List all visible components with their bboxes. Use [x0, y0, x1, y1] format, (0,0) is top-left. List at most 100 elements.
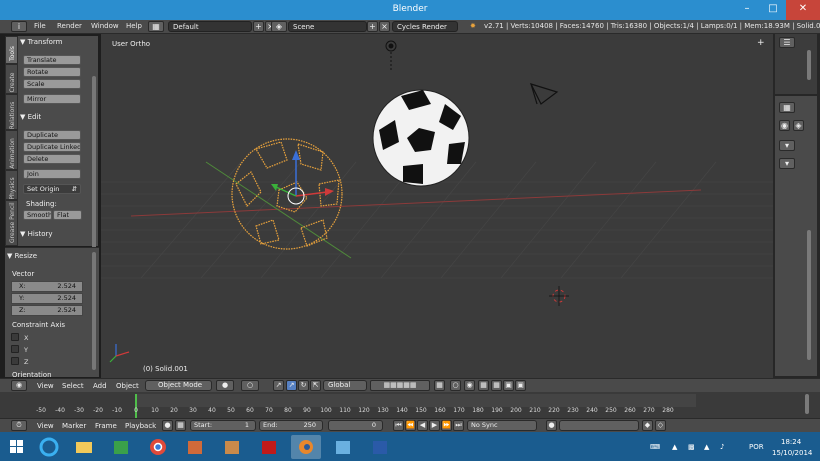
menu-window[interactable]: Window: [91, 22, 119, 30]
record-icon[interactable]: ●: [162, 420, 173, 431]
insert-keyframe-icon[interactable]: ◆: [642, 420, 653, 431]
constraint-y-checkbox[interactable]: [11, 345, 19, 353]
vector-y-field[interactable]: Y: 2.524: [11, 293, 83, 304]
menu-marker[interactable]: Marker: [62, 422, 86, 430]
snap-target-icon[interactable]: ▦: [491, 380, 502, 391]
app-icon-1[interactable]: [180, 435, 210, 459]
duplicate-button[interactable]: Duplicate: [23, 130, 81, 140]
keyboard-icon[interactable]: ⌨: [650, 443, 660, 451]
shading-select-icon[interactable]: ●: [216, 380, 234, 391]
internet-explorer-icon[interactable]: [34, 435, 64, 459]
clock-date[interactable]: 15/10/2014: [772, 449, 812, 457]
menu-select[interactable]: Select: [62, 382, 84, 390]
menu-view[interactable]: View: [37, 382, 54, 390]
properties-scrollbar[interactable]: [807, 230, 811, 360]
properties-editor-icon[interactable]: ▦: [779, 102, 795, 113]
delete-keyframe-icon[interactable]: ◇: [655, 420, 666, 431]
viewport-add-region-icon[interactable]: +: [757, 38, 765, 48]
playhead[interactable]: [135, 394, 137, 418]
editor-type-icon[interactable]: i: [11, 21, 27, 32]
vector-z-field[interactable]: Z: 2.524: [11, 305, 83, 316]
vector-x-field[interactable]: X: 2.524: [11, 281, 83, 292]
snap-element-icon[interactable]: ▦: [478, 380, 489, 391]
acrobat-icon[interactable]: [254, 435, 284, 459]
render-tab-icon[interactable]: ◉: [779, 120, 790, 131]
signal-icon[interactable]: ▲: [704, 443, 709, 451]
file-explorer-icon[interactable]: [69, 435, 99, 459]
tab-tools[interactable]: Tools: [5, 36, 18, 64]
start-button[interactable]: [2, 435, 32, 459]
flat-button[interactable]: Flat: [53, 210, 82, 220]
menu-frame[interactable]: Frame: [95, 422, 117, 430]
maximize-button[interactable]: □: [760, 0, 786, 20]
screen-layout-select[interactable]: Default: [168, 21, 252, 32]
sync-mode-select[interactable]: No Sync: [467, 420, 537, 431]
jump-start-icon[interactable]: ⏮: [393, 420, 404, 431]
pivot-select-icon[interactable]: ○: [241, 380, 259, 391]
scene-tab-icon[interactable]: ◈: [793, 120, 804, 131]
keying-set-select[interactable]: [559, 420, 639, 431]
blender-taskbar-icon[interactable]: [291, 435, 321, 459]
menu-help[interactable]: Help: [126, 22, 142, 30]
tab-animation[interactable]: Animation: [5, 130, 18, 170]
timeline-scrollbar[interactable]: [805, 394, 809, 414]
delete-scene-icon[interactable]: ×: [379, 21, 390, 32]
menu-file[interactable]: File: [34, 22, 46, 30]
timeline-editor[interactable]: -50 -40 -30 -20 -10 0 10 20 30 40 50 60 70 80 90 100 110…: [0, 392, 820, 418]
app-icon-2[interactable]: [217, 435, 247, 459]
mirror-button[interactable]: Mirror: [23, 94, 81, 104]
tab-grease-pencil[interactable]: Grease Pencil: [5, 200, 18, 246]
jump-end-icon[interactable]: ⏭: [453, 420, 464, 431]
properties-dropdown-2-icon[interactable]: ▾: [779, 158, 795, 169]
menu-add[interactable]: Add: [93, 382, 107, 390]
transform-panel-header[interactable]: ▼ Transform: [20, 38, 62, 46]
preview-range-icon[interactable]: ▦: [175, 420, 186, 431]
current-frame-field[interactable]: 0: [328, 420, 383, 431]
language-indicator[interactable]: POR: [749, 443, 764, 451]
join-button[interactable]: Join: [23, 169, 81, 179]
scene-select[interactable]: Scene: [288, 21, 367, 32]
tab-physics[interactable]: Physics: [5, 170, 18, 200]
app-icon-3[interactable]: [328, 435, 358, 459]
screen-layout-icon[interactable]: ▦: [148, 21, 164, 32]
proportional-edit-icon[interactable]: ○: [450, 380, 461, 391]
play-reverse-icon[interactable]: ◀: [417, 420, 428, 431]
minimize-button[interactable]: –: [734, 0, 760, 20]
menu-playback[interactable]: Playback: [125, 422, 156, 430]
add-scene-icon[interactable]: +: [367, 21, 378, 32]
store-icon[interactable]: [106, 435, 136, 459]
chrome-icon[interactable]: [143, 435, 173, 459]
rotate-manipulator-icon[interactable]: ↻: [298, 380, 309, 391]
render-animation-icon[interactable]: ▣: [515, 380, 526, 391]
translate-manipulator-icon[interactable]: ↗: [286, 380, 297, 391]
orientation-select[interactable]: Global: [323, 380, 367, 391]
3d-viewport[interactable]: User Ortho (0) Solid.001 +: [101, 34, 773, 378]
edit-panel-header[interactable]: ▼ Edit: [20, 113, 41, 121]
properties-dropdown-icon[interactable]: ▾: [779, 140, 795, 151]
resize-panel-header[interactable]: ▼ Resize: [7, 252, 37, 260]
tab-relations[interactable]: Relations: [5, 94, 18, 130]
tab-create[interactable]: Create: [5, 64, 18, 94]
scale-manipulator-icon[interactable]: ⇱: [310, 380, 321, 391]
scene-canvas[interactable]: [101, 34, 773, 378]
clock-time[interactable]: 18:24: [781, 438, 801, 446]
outliner-scrollbar[interactable]: [807, 50, 811, 80]
rotate-button[interactable]: Rotate: [23, 67, 81, 77]
play-icon[interactable]: ▶: [429, 420, 440, 431]
menu-render[interactable]: Render: [57, 22, 82, 30]
next-keyframe-icon[interactable]: ⏩: [441, 420, 452, 431]
start-frame-field[interactable]: Start: 1: [190, 420, 256, 431]
volume-icon[interactable]: ♪: [720, 443, 724, 451]
smooth-button[interactable]: Smooth: [23, 210, 52, 220]
operator-scrollbar[interactable]: [92, 252, 96, 370]
toolshelf-scrollbar[interactable]: [92, 76, 96, 276]
scale-button[interactable]: Scale: [23, 79, 81, 89]
prev-keyframe-icon[interactable]: ⏪: [405, 420, 416, 431]
layers-grid[interactable]: ▦▦▦▦▦: [370, 380, 430, 391]
menu-view-timeline[interactable]: View: [37, 422, 54, 430]
end-frame-field[interactable]: End: 250: [259, 420, 323, 431]
render-engine-select[interactable]: Cycles Render: [392, 21, 458, 32]
menu-object[interactable]: Object: [116, 382, 139, 390]
render-opengl-icon[interactable]: ▣: [503, 380, 514, 391]
set-origin-dropdown[interactable]: Set Origin ⇵: [23, 184, 81, 194]
